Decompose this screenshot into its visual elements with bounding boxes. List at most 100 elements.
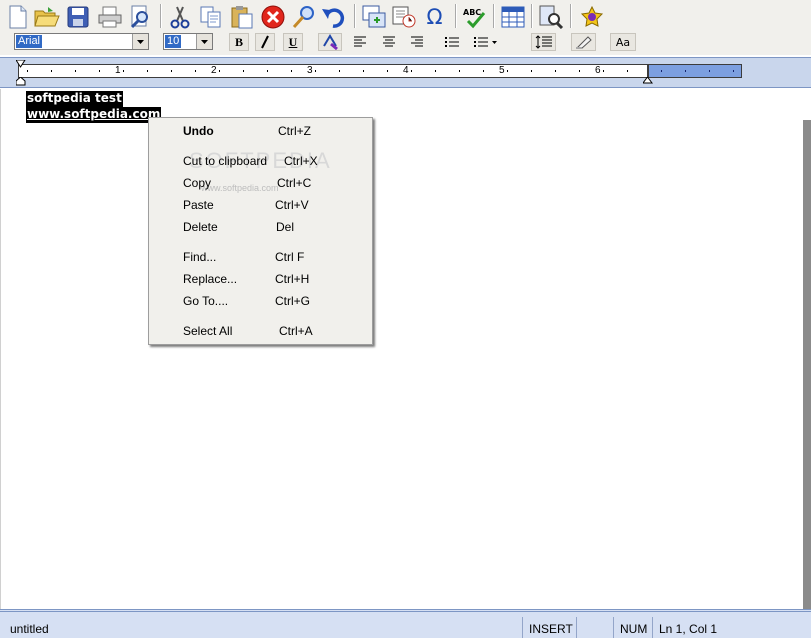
document-area[interactable] [9,89,803,609]
ruler-tick [661,70,662,72]
font-name-dropdown[interactable]: Arial [14,33,149,50]
change-case-button[interactable]: Aa [610,33,636,51]
paste-icon[interactable] [228,3,255,30]
ruler-tick [75,70,76,72]
menu-shortcut: Ctrl+Z [278,124,311,138]
delete-icon[interactable] [259,3,286,30]
status-filename: untitled [10,622,49,636]
menu-shortcut: Ctrl F [275,250,305,264]
ruler-tick [507,70,508,72]
numbered-list-icon[interactable] [470,33,500,51]
ruler-number: 4 [403,65,409,76]
align-left-icon[interactable] [350,33,370,51]
cut-icon[interactable] [166,3,193,30]
ruler-tick [685,70,686,72]
status-bar: untitled INSERT NUM Ln 1, Col 1 [0,609,811,638]
watermark-url: www.softpedia.com [201,183,279,193]
spell-check-icon[interactable]: ABC [461,3,488,30]
highlight-icon[interactable] [571,33,596,51]
ruler-tick [483,70,484,72]
menu-shortcut: Ctrl+X [284,154,318,168]
status-num-lock: NUM [613,617,650,638]
save-icon[interactable] [64,3,91,30]
table-icon[interactable] [499,3,526,30]
ruler-number: 3 [307,65,313,76]
ruler-tick [627,70,628,72]
menu-item-find[interactable]: Find... [183,249,216,265]
text-color-button[interactable] [318,33,342,51]
bold-button[interactable]: B [229,33,249,51]
selected-text-line-2[interactable]: www.softpedia.com [26,107,162,123]
menu-item-cut[interactable]: Cut to clipboard [183,153,267,169]
ruler-tick [339,70,340,72]
chevron-down-icon[interactable] [196,34,212,49]
left-indent-marker[interactable] [16,77,26,86]
menu-shortcut: Ctrl+A [279,324,313,338]
bullet-list-icon[interactable] [442,33,462,51]
find-icon[interactable] [290,3,317,30]
ruler-tick [243,70,244,72]
ruler-tick [267,70,268,72]
ruler-bar: 1 2 3 4 5 6 [0,57,811,88]
context-menu: SOFTPEDIA www.softpedia.com Undo Ctrl+Z … [148,117,373,345]
ruler-tick [171,70,172,72]
format-toolbar: Arial 10 B U Aa [0,33,811,55]
menu-shortcut: Ctrl+C [277,176,312,190]
copy-icon[interactable] [197,3,224,30]
selected-text-line-1[interactable]: softpedia test [26,91,123,107]
ruler[interactable]: 1 2 3 4 5 6 [18,64,648,78]
chevron-down-icon[interactable] [132,34,148,49]
ruler-tick [579,70,580,72]
ruler-tick [147,70,148,72]
insert-object-icon[interactable] [360,3,387,30]
scroll-edge [803,120,811,610]
ruler-tick [315,70,316,72]
right-indent-marker[interactable] [643,77,653,86]
ruler-tick [363,70,364,72]
ruler-number: 1 [115,65,121,76]
menu-item-select-all[interactable]: Select All [183,323,232,339]
about-icon[interactable] [578,3,605,30]
menu-item-undo[interactable]: Undo [183,123,214,139]
new-file-icon[interactable] [4,3,31,30]
underline-button[interactable]: U [283,33,303,51]
insert-symbol-icon[interactable]: Ω [421,3,448,30]
menu-item-replace[interactable]: Replace... [183,271,237,287]
ruler-tick [27,70,28,72]
ruler-number: 5 [499,65,505,76]
status-cursor-position: Ln 1, Col 1 [652,617,809,638]
print-preview-icon[interactable] [127,3,154,30]
align-center-icon[interactable] [379,33,399,51]
italic-button[interactable] [255,33,275,51]
font-name-value: Arial [16,35,43,48]
status-insert-mode: INSERT [522,617,575,638]
open-folder-icon[interactable] [33,3,60,30]
menu-shortcut: Ctrl+H [275,272,310,286]
ruler-tick [411,70,412,72]
ruler-tick [459,70,460,72]
ruler-tick [603,70,604,72]
menu-item-goto[interactable]: Go To.... [183,293,228,309]
ruler-tick [123,70,124,72]
insert-date-icon[interactable] [390,3,417,30]
undo-icon[interactable] [320,3,347,30]
ruler-tick [709,70,710,72]
ruler-margin-area[interactable] [648,64,742,78]
main-toolbar: Ω ABC [0,0,811,33]
align-right-icon[interactable] [407,33,427,51]
ruler-tick [195,70,196,72]
menu-item-delete[interactable]: Delete [183,219,218,235]
status-empty-pane [576,617,613,638]
print-icon[interactable] [96,3,123,30]
line-spacing-icon[interactable] [531,33,556,51]
ruler-tick [51,70,52,72]
ruler-tick [733,70,734,72]
preview-icon[interactable] [537,3,564,30]
ruler-tick [435,70,436,72]
menu-item-paste[interactable]: Paste [183,197,214,213]
font-size-dropdown[interactable]: 10 [163,33,213,50]
ruler-tick [291,70,292,72]
ruler-tick [387,70,388,72]
first-line-indent-marker[interactable] [16,60,26,68]
menu-item-copy[interactable]: Copy [183,175,211,191]
